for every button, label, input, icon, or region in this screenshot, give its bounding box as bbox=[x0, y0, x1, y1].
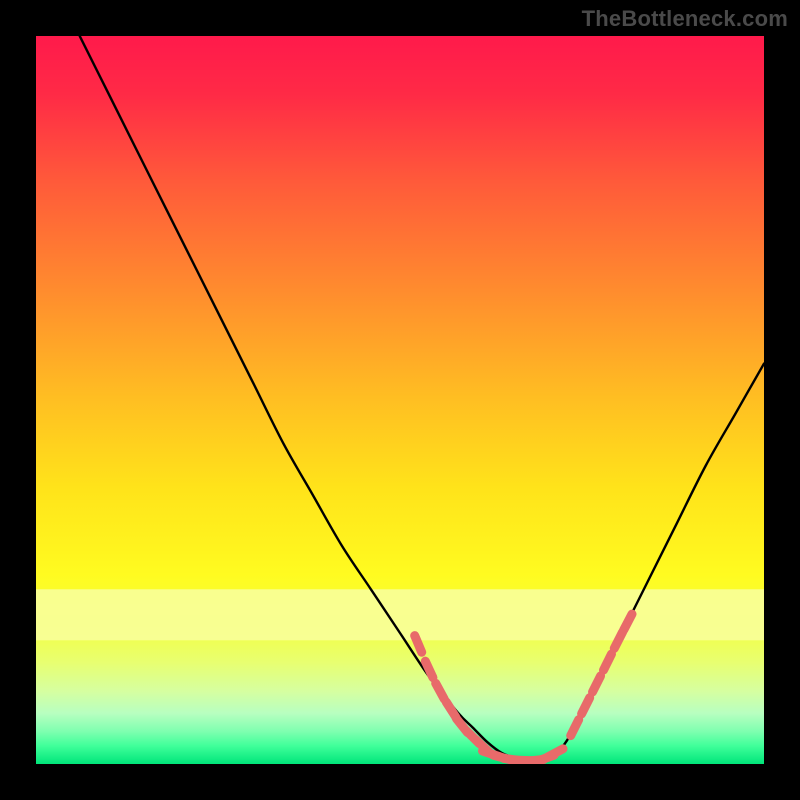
chart-frame: TheBottleneck.com bbox=[0, 0, 800, 800]
chart-background-gradient bbox=[36, 36, 764, 764]
watermark-text: TheBottleneck.com bbox=[582, 6, 788, 32]
bottleneck-chart bbox=[36, 36, 764, 764]
